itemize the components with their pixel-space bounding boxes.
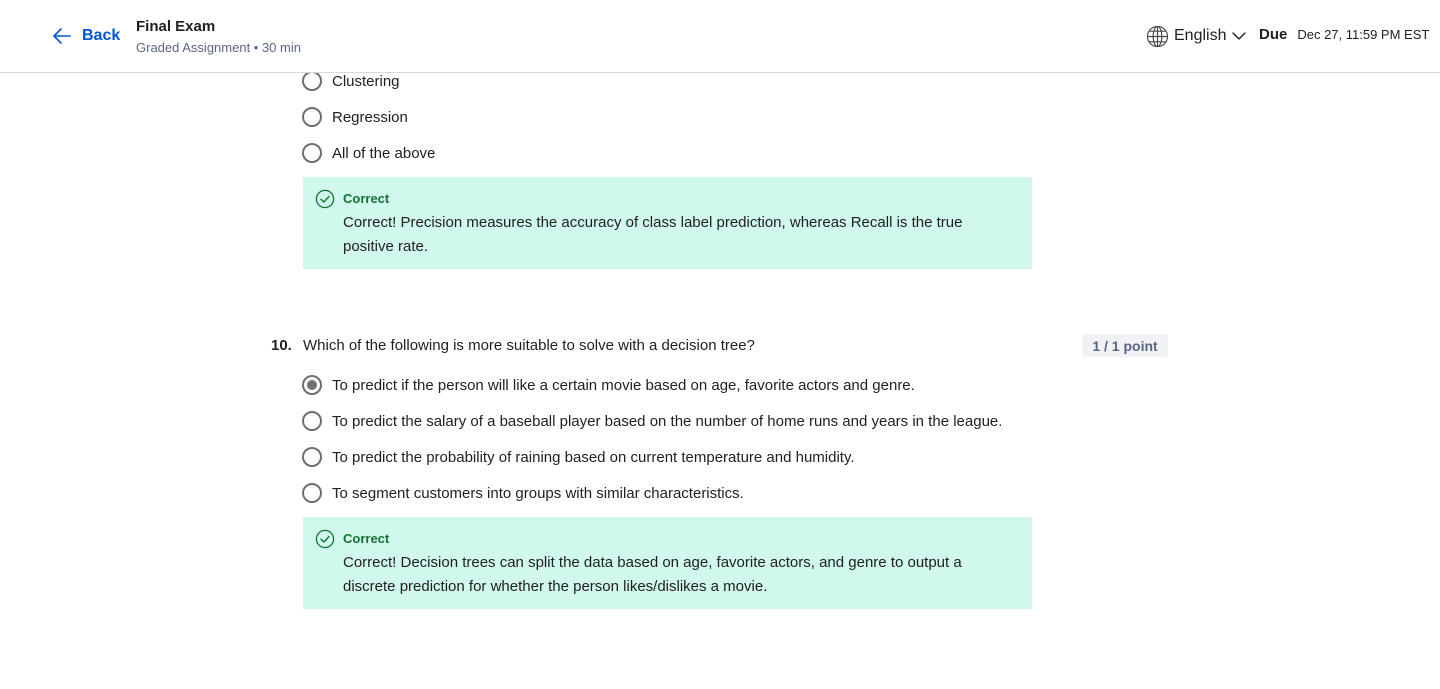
answer-option[interactable]: To predict if the person will like a cer… — [302, 373, 915, 397]
question-text: Which of the following is more suitable … — [303, 337, 755, 354]
option-label: To predict the salary of a baseball play… — [332, 412, 1003, 430]
answer-option[interactable]: To segment customers into groups with si… — [302, 481, 744, 505]
feedback-text: Correct! Precision measures the accuracy… — [343, 214, 963, 255]
assignment-title-block: Final Exam Graded Assignment • 30 min — [136, 17, 301, 57]
radio-button[interactable] — [302, 107, 322, 127]
option-label: To predict if the person will like a cer… — [332, 376, 915, 394]
question-number: 10. — [271, 337, 292, 354]
due-info: Due Dec 27, 11:59 PM EST — [1259, 26, 1429, 43]
check-circle-icon — [315, 529, 335, 549]
back-label: Back — [82, 27, 121, 44]
prev-question-option[interactable]: All of the above — [302, 141, 435, 165]
due-label: Due — [1259, 26, 1288, 43]
prev-question-option[interactable]: Regression — [302, 105, 408, 129]
chevron-down-icon — [1232, 32, 1247, 40]
assignment-subtitle: Graded Assignment • 30 min — [136, 40, 301, 55]
answer-option[interactable]: To predict the probability of raining ba… — [302, 445, 855, 469]
answer-option[interactable]: To predict the salary of a baseball play… — [302, 409, 1002, 433]
option-label: To predict the probability of raining ba… — [332, 448, 855, 466]
option-label: Regression — [332, 108, 408, 126]
radio-button[interactable] — [302, 447, 322, 467]
globe-icon — [1146, 25, 1169, 47]
back-button[interactable]: Back — [52, 24, 120, 48]
radio-button[interactable] — [302, 71, 322, 91]
radio-button-selected[interactable] — [302, 375, 322, 395]
feedback-status: Correct — [343, 531, 390, 546]
feedback-panel: Correct Correct! Precision measures the … — [303, 177, 1032, 269]
feedback-text: Correct! Decision trees can split the da… — [343, 554, 962, 595]
language-label: English — [1174, 27, 1227, 44]
feedback-panel: Correct Correct! Decision trees can spli… — [303, 517, 1032, 609]
top-header: Back Final Exam Graded Assignment • 30 m… — [0, 0, 1440, 73]
arrow-left-icon — [53, 28, 71, 44]
radio-button[interactable] — [302, 411, 322, 431]
check-circle-icon — [315, 189, 335, 209]
due-date: Dec 27, 11:59 PM EST — [1297, 27, 1430, 42]
option-label: All of the above — [332, 144, 436, 162]
points-badge: 1 / 1 point — [1082, 334, 1168, 357]
radio-button[interactable] — [302, 143, 322, 163]
language-selector[interactable]: English — [1146, 24, 1247, 48]
radio-button[interactable] — [302, 483, 322, 503]
option-label: To segment customers into groups with si… — [332, 484, 744, 502]
page-title: Final Exam — [136, 18, 216, 35]
feedback-status: Correct — [343, 191, 390, 206]
option-label: Clustering — [332, 72, 400, 90]
